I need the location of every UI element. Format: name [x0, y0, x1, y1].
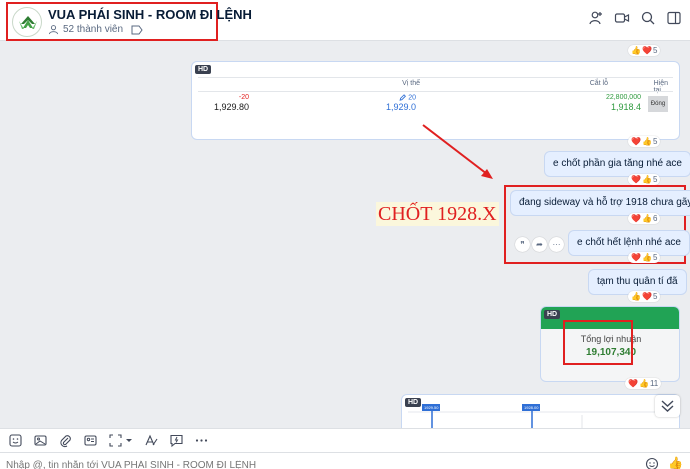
message-input[interactable]	[0, 455, 630, 469]
reaction-count: 5	[652, 253, 658, 262]
chevron-double-down-icon	[661, 400, 674, 412]
forward-icon: ➦	[536, 240, 543, 249]
quote-button[interactable]: ❞	[515, 237, 530, 252]
heart-icon: ❤️	[631, 253, 641, 262]
reaction-count: 6	[652, 214, 658, 223]
like-send-icon[interactable]: 👍	[668, 456, 683, 469]
emoji-icon[interactable]	[645, 457, 659, 469]
quick-message-icon[interactable]	[169, 433, 184, 448]
heart-icon: ❤️	[631, 175, 641, 184]
composer-input-row: 👍	[0, 452, 690, 469]
heart-icon: ❤️	[628, 379, 638, 388]
chat-message[interactable]: đang sideway và hỗ trợ 1918 chưa gãy	[510, 190, 690, 216]
annotation-label: CHỐT 1928.X	[376, 202, 499, 226]
reaction-bar[interactable]: ❤️ 👍 6	[628, 213, 661, 224]
forward-button[interactable]: ➦	[532, 237, 547, 252]
image-icon[interactable]	[33, 433, 48, 448]
more-actions-button[interactable]: ···	[549, 237, 564, 252]
thumbs-up-icon: 👍	[638, 379, 649, 388]
chat-message[interactable]: e chốt hết lệnh nhé ace	[568, 230, 690, 256]
reaction-count: 5	[652, 175, 658, 184]
reaction-bar[interactable]: 👍 ❤️ 5	[628, 291, 661, 302]
sticker-icon[interactable]	[8, 433, 23, 448]
screenshot-icon[interactable]	[108, 433, 134, 448]
thumbs-up-icon: 👍	[641, 214, 652, 223]
more-options-icon[interactable]	[194, 433, 209, 448]
quote-icon: ❞	[520, 240, 525, 249]
attachment-icon[interactable]	[58, 433, 73, 448]
thumbs-up-icon: 👍	[641, 253, 652, 262]
composer-toolbar	[0, 428, 690, 452]
heart-icon: ❤️	[631, 214, 641, 223]
thumbs-up-icon: 👍	[641, 175, 652, 184]
scroll-to-bottom-button[interactable]	[655, 395, 680, 417]
reaction-bar[interactable]: ❤️ 👍 5	[628, 174, 661, 185]
more-icon: ···	[552, 240, 561, 249]
text-format-icon[interactable]	[144, 433, 159, 448]
reaction-count: 11	[649, 379, 659, 388]
reaction-bar[interactable]: ❤️ 👍 11	[625, 378, 662, 389]
profit-highlight-box	[563, 320, 633, 365]
hd-badge: HD	[544, 310, 561, 319]
reaction-count: 5	[652, 292, 658, 301]
contact-card-icon[interactable]	[83, 433, 98, 448]
thumbs-up-icon: 👍	[631, 292, 641, 301]
reaction-bar[interactable]: ❤️ 👍 5	[628, 252, 661, 263]
chat-message[interactable]: e chốt phần gia tăng nhé ace	[544, 151, 690, 177]
heart-icon: ❤️	[641, 292, 652, 301]
